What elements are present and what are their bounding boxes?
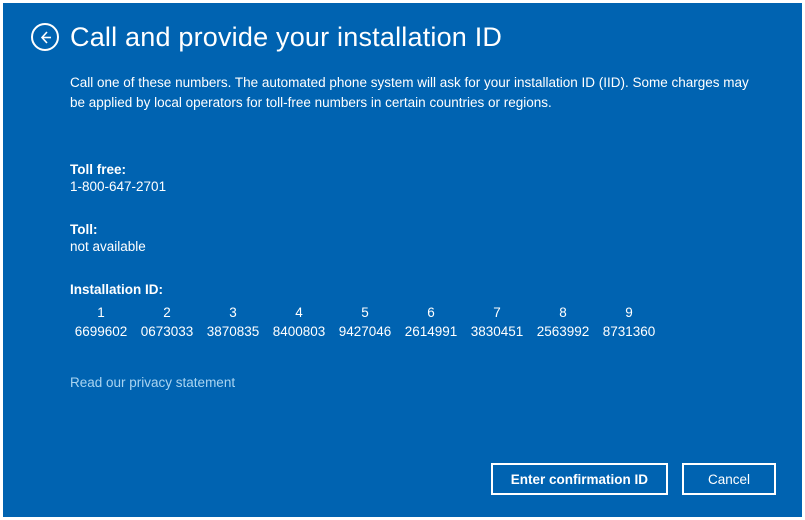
description-text: Call one of these numbers. The automated… [70, 73, 767, 112]
iid-header: 3 [202, 305, 264, 324]
activation-dialog: Call and provide your installation ID Ca… [3, 3, 802, 517]
iid-header: 8 [532, 305, 594, 324]
iid-group: 3830451 [466, 324, 528, 339]
iid-group: 0673033 [136, 324, 198, 339]
iid-header: 2 [136, 305, 198, 324]
arrow-left-icon [38, 30, 53, 45]
toll-value: not available [70, 239, 767, 254]
enter-confirmation-id-button[interactable]: Enter confirmation ID [491, 463, 668, 495]
iid-group: 2563992 [532, 324, 594, 339]
iid-header: 4 [268, 305, 330, 324]
toll-free-label: Toll free: [70, 162, 767, 177]
header: Call and provide your installation ID [31, 23, 767, 51]
back-button[interactable] [31, 23, 59, 51]
iid-header: 7 [466, 305, 528, 324]
installation-id-label: Installation ID: [70, 282, 767, 297]
privacy-statement-link[interactable]: Read our privacy statement [70, 375, 235, 390]
iid-group: 2614991 [400, 324, 462, 339]
toll-free-value: 1-800-647-2701 [70, 179, 767, 194]
installation-id-grid: 1 2 3 4 5 6 7 8 9 6699602 0673033 387083… [70, 305, 767, 339]
iid-header: 1 [70, 305, 132, 324]
iid-group: 8400803 [268, 324, 330, 339]
iid-header: 5 [334, 305, 396, 324]
iid-group: 8731360 [598, 324, 660, 339]
iid-group: 3870835 [202, 324, 264, 339]
iid-header: 9 [598, 305, 660, 324]
page-title: Call and provide your installation ID [70, 24, 502, 51]
toll-label: Toll: [70, 222, 767, 237]
content-area: Call one of these numbers. The automated… [70, 73, 767, 392]
iid-group: 6699602 [70, 324, 132, 339]
toll-free-block: Toll free: 1-800-647-2701 [70, 162, 767, 194]
iid-header: 6 [400, 305, 462, 324]
installation-id-block: Installation ID: 1 2 3 4 5 6 7 8 9 66996… [70, 282, 767, 339]
toll-block: Toll: not available [70, 222, 767, 254]
cancel-button[interactable]: Cancel [682, 463, 776, 495]
iid-group: 9427046 [334, 324, 396, 339]
footer-buttons: Enter confirmation ID Cancel [491, 463, 776, 495]
